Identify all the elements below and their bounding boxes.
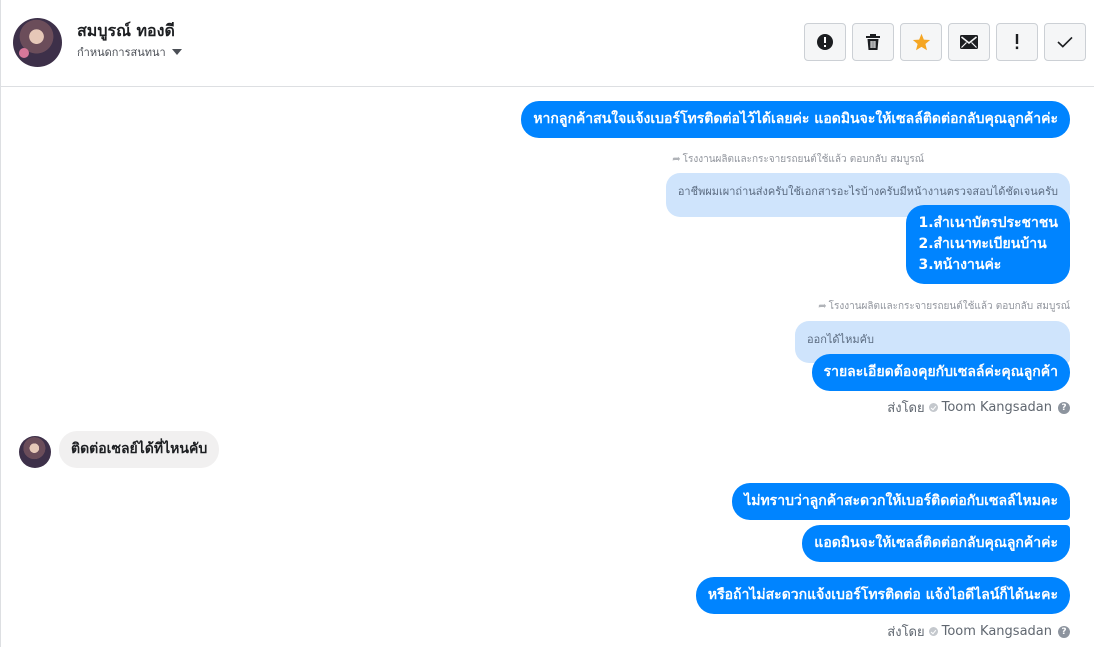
- message-line: 2.สำเนาทะเบียนบ้าน: [918, 236, 1047, 252]
- reply-context: ➦ โรงงานผลิตและกระจายรถยนต์ใช้แล้ว ตอบกล…: [818, 299, 1070, 314]
- outgoing-message[interactable]: แอดมินจะให้เซลล์ติดต่อกลับคุณลูกค้าค่ะ: [802, 525, 1070, 562]
- spam-button[interactable]: [804, 23, 846, 61]
- outgoing-message[interactable]: 1.สำเนาบัตรประชาชน 2.สำเนาทะเบียนบ้าน 3.…: [906, 205, 1070, 284]
- sent-by: ส่งโดย Toom Kangsadan ?: [887, 397, 1070, 418]
- star-button[interactable]: [900, 23, 942, 61]
- follow-up-button[interactable]: [996, 23, 1038, 61]
- sent-by: ส่งโดย Toom Kangsadan ?: [887, 621, 1070, 642]
- help-icon[interactable]: ?: [1058, 401, 1070, 414]
- reply-context-text: โรงงานผลิตและกระจายรถยนต์ใช้แล้ว ตอบกลับ…: [682, 154, 924, 165]
- help-icon[interactable]: ?: [1058, 625, 1070, 638]
- conversation-schedule-dropdown[interactable]: กำหนดการสนทนา: [77, 43, 182, 61]
- incoming-message[interactable]: ติดต่อเซลย์ได้ที่ไหนคับ: [59, 431, 220, 468]
- reply-context: ➦ โรงงานผลิตและกระจายรถยนต์ใช้แล้ว ตอบกล…: [672, 152, 924, 167]
- agent-name[interactable]: Toom Kangsadan: [942, 624, 1052, 639]
- conversation-header: สมบูรณ์ ทองดี กำหนดการสนทนา: [1, 0, 1094, 87]
- message-line: 1.สำเนาบัตรประชาชน: [918, 215, 1058, 231]
- check-icon: [1057, 36, 1073, 48]
- conversation-schedule-label: กำหนดการสนทนา: [77, 46, 166, 59]
- outgoing-message[interactable]: หรือถ้าไม่สะดวกแจ้งเบอร์โทรติดต่อ แจ้งไอ…: [695, 577, 1070, 614]
- sent-by-label: ส่งโดย: [887, 625, 925, 640]
- caret-down-icon: [171, 49, 182, 55]
- mail-icon: [960, 35, 978, 49]
- contact-avatar-small[interactable]: [19, 436, 51, 468]
- mark-done-button[interactable]: [1044, 23, 1086, 61]
- mark-unread-button[interactable]: [948, 23, 990, 61]
- reply-context-text: โรงงานผลิตและกระจายรถยนต์ใช้แล้ว ตอบกลับ…: [828, 301, 1070, 312]
- trash-icon: [866, 34, 880, 50]
- verified-check-icon: [928, 403, 938, 412]
- agent-name[interactable]: Toom Kangsadan: [942, 400, 1052, 415]
- star-icon: [912, 33, 930, 51]
- sent-by-label: ส่งโดย: [887, 401, 925, 416]
- exclamation-icon: [1015, 34, 1019, 50]
- reply-arrow-icon: ➦: [818, 301, 827, 312]
- delete-button[interactable]: [852, 23, 894, 61]
- outgoing-message[interactable]: รายละเอียดต้องคุยกับเซลล์ค่ะคุณลูกค้า: [811, 354, 1070, 391]
- contact-name[interactable]: สมบูรณ์ ทองดี: [77, 19, 175, 44]
- reply-arrow-icon: ➦: [672, 154, 681, 165]
- contact-avatar[interactable]: [13, 18, 62, 67]
- left-divider: [0, 0, 1, 647]
- outgoing-message[interactable]: หากลูกค้าสนใจแจ้งเบอร์โทรติดต่อไว้ได้เลย…: [521, 101, 1070, 138]
- outgoing-message[interactable]: ไม่ทราบว่าลูกค้าสะดวกให้เบอร์ติดต่อกับเซ…: [732, 483, 1070, 520]
- verified-check-icon: [928, 627, 938, 636]
- message-line: 3.หน้างานค่ะ: [918, 257, 1002, 273]
- alert-circle-icon: [817, 34, 833, 50]
